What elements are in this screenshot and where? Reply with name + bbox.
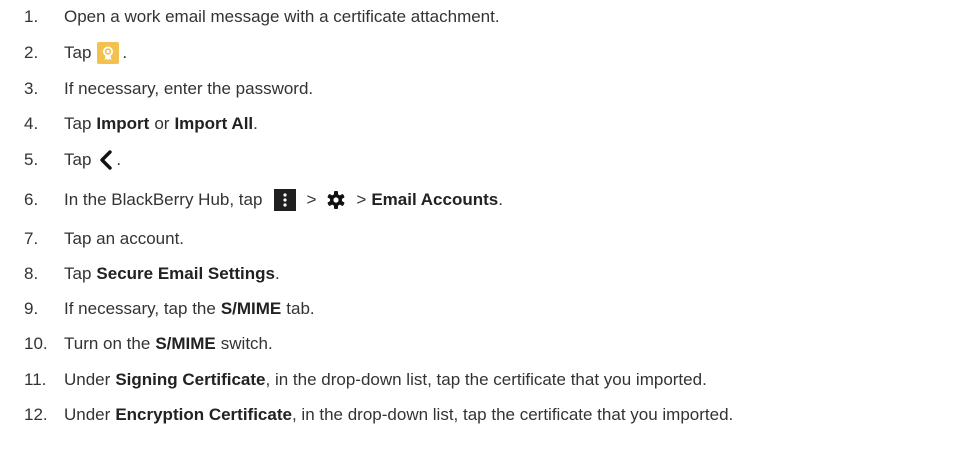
step-separator: > <box>356 190 367 209</box>
step-bold-term: Signing Certificate <box>115 370 266 389</box>
step-text-post: , in the drop-down list, tap the certifi… <box>291 405 734 424</box>
step-text-post: , in the drop-down list, tap the certifi… <box>265 370 707 389</box>
step-text-pre: Tap <box>64 150 92 169</box>
step-number: 11. <box>24 370 47 389</box>
step-text-post: switch. <box>220 334 273 353</box>
step-bold-term: S/MIME <box>155 334 216 353</box>
step-number: 8. <box>24 264 39 283</box>
step-text: Under Signing Certificate, in the drop-d… <box>64 370 707 390</box>
step-bold-term: Import All <box>174 114 254 133</box>
step-bold-term: S/MIME <box>220 299 282 318</box>
step-text-pre: In the BlackBerry Hub, tap <box>64 190 263 209</box>
step-text-post: . <box>275 264 280 283</box>
step-number: 2. <box>24 43 39 62</box>
step-number: 9. <box>24 299 39 318</box>
step-text: Tap Secure Email Settings . <box>64 264 280 284</box>
step-number: 10. <box>24 334 48 353</box>
step-text-pre: Under <box>64 370 111 389</box>
step-text-pre: Turn on the <box>64 334 151 353</box>
step-bold-term: Import <box>96 114 150 133</box>
gear-icon <box>326 190 346 210</box>
step-text: Tap Import or Import All . <box>64 114 258 134</box>
step-text: If necessary, enter the password. <box>64 79 313 99</box>
step-separator: > <box>306 190 317 209</box>
step-text-pre: Tap <box>64 264 92 283</box>
step-bold-term: Encryption Certificate <box>115 405 292 424</box>
step-text-pre: Under <box>64 405 111 424</box>
step-text-post: . <box>116 150 122 169</box>
step-text-content: If necessary, enter the password. <box>64 79 314 98</box>
step-text: Under Encryption Certificate, in the dro… <box>64 405 733 425</box>
step-text-post: tab. <box>286 299 315 318</box>
step-text: In the BlackBerry Hub, tap > > Email Acc… <box>64 189 503 211</box>
step-text-content: Open a work email message with a certifi… <box>64 7 500 26</box>
step-number: 5. <box>24 150 39 169</box>
step-number: 6. <box>24 190 39 209</box>
step-text-content: Tap an account. <box>64 229 185 248</box>
step-text-pre: Tap <box>64 43 92 62</box>
instruction-steps: 1. Open a work email message with a cert… <box>0 0 969 473</box>
step-bold-term: Email Accounts <box>371 190 499 209</box>
more-vertical-icon <box>274 189 297 211</box>
step-number: 3. <box>24 79 39 98</box>
step-text-post: . <box>498 190 503 209</box>
step-text: Tap an account. <box>64 229 184 249</box>
step-number: 7. <box>24 229 39 248</box>
step-number: 1. <box>24 7 39 26</box>
step-number: 12. <box>24 405 48 424</box>
step-text-mid: or <box>154 114 170 133</box>
step-text-pre: If necessary, tap the <box>64 299 216 318</box>
step-text-pre: Tap <box>64 114 92 133</box>
certificate-icon <box>97 42 120 64</box>
step-text-post: . <box>122 43 128 62</box>
back-chevron-icon <box>99 150 113 170</box>
step-text: Turn on the S/MIME switch. <box>64 334 273 354</box>
step-text: Tap . <box>64 42 127 64</box>
step-text: Open a work email message with a certifi… <box>64 7 500 27</box>
step-bold-term: Secure Email Settings <box>96 264 275 283</box>
step-text-post: . <box>253 114 258 133</box>
step-text: If necessary, tap the S/MIME tab. <box>64 299 315 319</box>
step-number: 4. <box>24 114 39 133</box>
step-text: Tap . <box>64 150 121 170</box>
